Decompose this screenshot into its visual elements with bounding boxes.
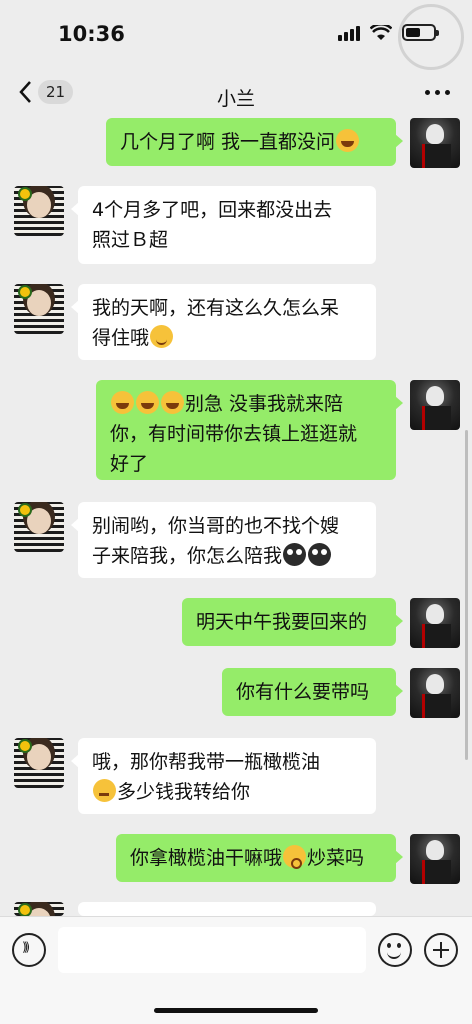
- shocked-emoji-icon: [308, 543, 332, 566]
- my-avatar[interactable]: [410, 668, 460, 718]
- message-bubble-sent[interactable]: 别急 没事我就来陪 你，有时间带你去镇上逛逛就 好了: [96, 380, 403, 480]
- smile-emoji-icon: [150, 325, 174, 348]
- message-bubble-received[interactable]: 4个月多了吧，回来都没出去 照过Ｂ超: [71, 186, 376, 264]
- more-actions-plus-icon[interactable]: [424, 933, 458, 967]
- message-bubble-sent[interactable]: 明天中午我要回来的: [182, 598, 403, 646]
- emoji-picker-icon[interactable]: [378, 933, 412, 967]
- my-avatar[interactable]: [410, 118, 460, 168]
- shocked-emoji-icon: [283, 543, 307, 566]
- message-list: 几个月了啊 我一直都没问 4个月多了吧，回来都没出去 照过Ｂ超 我的天啊，还有这…: [0, 0, 472, 1024]
- voice-input-icon[interactable]: [12, 933, 46, 967]
- my-avatar[interactable]: [410, 834, 460, 884]
- laugh-cry-emoji-icon: [136, 391, 159, 414]
- contact-avatar[interactable]: [14, 502, 64, 552]
- contact-avatar[interactable]: [14, 186, 64, 236]
- message-bubble-sent[interactable]: 几个月了啊 我一直都没问: [106, 118, 403, 166]
- contact-avatar[interactable]: [14, 902, 64, 916]
- message-bubble-received[interactable]: 哦，那你帮我带一瓶橄榄油 多少钱我转给你: [71, 738, 376, 814]
- message-bubble-sent[interactable]: 你有什么要带吗: [222, 668, 403, 716]
- flushed-emoji-icon: [283, 845, 307, 869]
- message-bubble-received[interactable]: [71, 902, 376, 932]
- contact-avatar[interactable]: [14, 284, 64, 334]
- message-bubble-sent[interactable]: 你拿橄榄油干嘛哦 炒菜吗: [116, 834, 403, 882]
- my-avatar[interactable]: [410, 380, 460, 430]
- message-bubble-received[interactable]: 别闹哟，你当哥的也不找个嫂 子来陪我，你怎么陪我: [71, 502, 376, 578]
- home-indicator[interactable]: [154, 1008, 318, 1013]
- contact-avatar[interactable]: [14, 738, 64, 788]
- laugh-cry-emoji-icon: [161, 391, 184, 414]
- message-input[interactable]: [58, 927, 366, 973]
- message-bubble-received[interactable]: 我的天啊，还有这么久怎么呆 得住哦: [71, 284, 376, 360]
- my-avatar[interactable]: [410, 598, 460, 648]
- scrollbar[interactable]: [465, 430, 468, 760]
- laugh-cry-emoji-icon: [111, 391, 134, 414]
- thinking-emoji-icon: [93, 779, 116, 802]
- laugh-cry-emoji-icon: [336, 129, 360, 152]
